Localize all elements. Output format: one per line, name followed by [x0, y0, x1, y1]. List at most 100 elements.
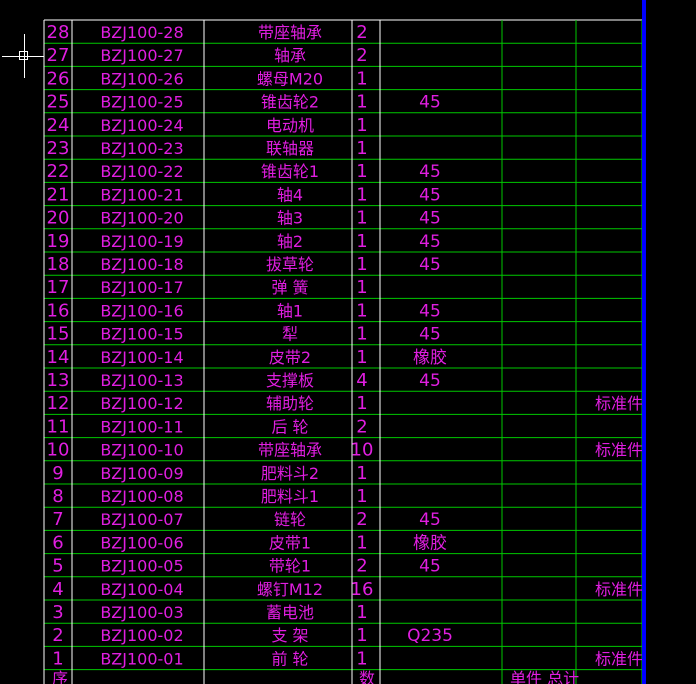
quantity: 1 [356, 532, 367, 553]
quantity: 2 [356, 22, 367, 43]
quantity: 1 [356, 161, 367, 182]
drawing-border-rail [642, 0, 646, 684]
part-name: 带座轴承 [258, 441, 322, 460]
row-number: 15 [47, 324, 70, 345]
remark: 标准件 [595, 441, 643, 460]
material: Q235 [407, 626, 453, 646]
part-name: 支撑板 [266, 371, 314, 390]
row-number: 16 [47, 300, 70, 321]
part-code: BZJ100-15 [100, 325, 183, 344]
quantity: 1 [356, 625, 367, 646]
material: 45 [419, 371, 441, 391]
part-name: 肥料斗2 [261, 464, 319, 483]
seq-header-label: 序 [52, 669, 68, 684]
bom-table-drawing: 28 BZJ100-28 带座轴承 227 BZJ100-27 轴承 226 BZJ100-2… [43, 19, 643, 684]
part-name: 轴2 [277, 232, 303, 251]
row-number: 27 [47, 45, 70, 66]
material: 45 [419, 232, 441, 252]
part-code: BZJ100-10 [100, 441, 183, 460]
part-name: 肥料斗1 [261, 487, 319, 506]
row-number: 17 [47, 277, 70, 298]
header-bottom-row: 序 数 单件 总计 [52, 669, 579, 684]
row-number: 10 [47, 440, 70, 461]
part-name: 带轮1 [269, 557, 311, 576]
part-code: BZJ100-17 [100, 278, 183, 297]
part-code: BZJ100-18 [100, 255, 183, 274]
part-code: BZJ100-02 [100, 626, 183, 645]
quantity: 1 [356, 254, 367, 275]
part-name: 皮带2 [269, 348, 311, 367]
row-number: 1 [52, 648, 63, 669]
part-code: BZJ100-07 [100, 510, 183, 529]
row-number: 22 [47, 161, 70, 182]
row-number: 14 [47, 347, 70, 368]
quantity: 1 [356, 300, 367, 321]
quantity: 1 [356, 92, 367, 113]
quantity: 1 [356, 602, 367, 623]
part-name: 链轮 [274, 510, 306, 529]
row-number: 5 [52, 556, 63, 577]
material: 45 [419, 510, 441, 530]
row-number: 4 [52, 579, 63, 600]
qty-header-label: 数 [359, 669, 375, 684]
quantity: 1 [356, 68, 367, 89]
part-name: 锥齿轮2 [261, 93, 319, 112]
quantity: 1 [356, 486, 367, 507]
material: 45 [419, 93, 441, 113]
quantity: 1 [356, 138, 367, 159]
part-code: BZJ100-04 [100, 580, 183, 599]
part-code: BZJ100-21 [100, 185, 183, 204]
quantity: 2 [356, 509, 367, 530]
part-code: BZJ100-20 [100, 209, 183, 228]
part-name: 轴3 [277, 209, 303, 228]
row-number: 25 [47, 92, 70, 113]
part-name: 皮带1 [269, 533, 311, 552]
part-name: 前 轮 [271, 649, 308, 668]
part-code: BZJ100-14 [100, 348, 183, 367]
quantity: 2 [356, 556, 367, 577]
part-name: 螺钉M12 [257, 580, 323, 599]
quantity: 1 [356, 231, 367, 252]
quantity: 10 [351, 440, 374, 461]
part-name: 犁 [282, 325, 298, 344]
row-number: 7 [52, 509, 63, 530]
material: 45 [419, 301, 441, 321]
material: 45 [419, 209, 441, 229]
part-code: BZJ100-16 [100, 301, 183, 320]
row-number: 2 [52, 625, 63, 646]
material: 45 [419, 325, 441, 345]
cursor-pickbox [19, 51, 28, 60]
remark: 标准件 [595, 649, 643, 668]
weight-header-label: 单件 总计 [510, 669, 579, 684]
material: 45 [419, 162, 441, 182]
part-name: 联轴器 [266, 139, 314, 158]
part-name: 电动机 [266, 116, 314, 135]
part-code: BZJ100-23 [100, 139, 183, 158]
part-name: 螺母M20 [257, 69, 323, 88]
material: 45 [419, 557, 441, 577]
part-code: BZJ100-22 [100, 162, 183, 181]
row-number: 11 [47, 416, 70, 437]
material: 45 [419, 255, 441, 275]
part-name: 蓄电池 [266, 603, 314, 622]
remark: 标准件 [595, 394, 643, 413]
part-name: 带座轴承 [258, 23, 322, 42]
quantity: 1 [356, 393, 367, 414]
part-code: BZJ100-25 [100, 93, 183, 112]
part-code: BZJ100-28 [100, 23, 183, 42]
part-code: BZJ100-08 [100, 487, 183, 506]
row-number: 19 [47, 231, 70, 252]
row-number: 12 [47, 393, 70, 414]
quantity: 1 [356, 463, 367, 484]
row-number: 21 [47, 184, 70, 205]
part-code: BZJ100-13 [100, 371, 183, 390]
table-cells: 28 BZJ100-28 带座轴承 227 BZJ100-27 轴承 226 BZJ100-2… [47, 22, 643, 669]
row-number: 6 [52, 532, 63, 553]
part-name: 弹 簧 [271, 278, 308, 297]
part-name: 拔草轮 [266, 255, 314, 274]
quantity: 1 [356, 184, 367, 205]
material: 橡胶 [413, 348, 447, 368]
row-number: 28 [47, 22, 70, 43]
part-code: BZJ100-19 [100, 232, 183, 251]
quantity: 1 [356, 347, 367, 368]
